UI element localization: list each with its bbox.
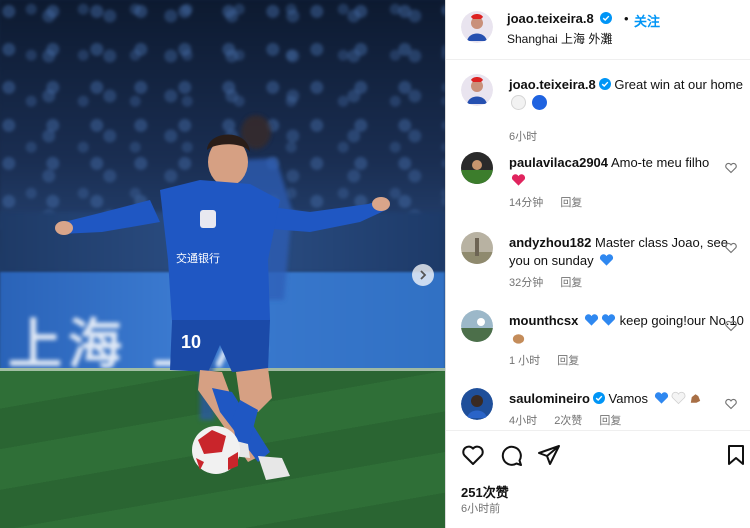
comment-meta: 14分钟 回复	[509, 194, 596, 210]
comment-like-icon[interactable]	[725, 320, 737, 332]
caption-meta: 6小时	[509, 128, 551, 144]
comment-text-block: paulavilaca2904 Amo-te meu filho	[509, 154, 745, 190]
avatar[interactable]	[461, 388, 493, 420]
avatar[interactable]	[461, 11, 493, 43]
comment-likes[interactable]: 2次赞	[554, 415, 582, 427]
bookmark-icon[interactable]	[724, 443, 748, 467]
blue-heart-emoji	[600, 254, 614, 266]
caption-text-block: joao.teixeira.8 Great win at our home	[509, 76, 745, 112]
caption-username[interactable]: joao.teixeira.8	[509, 77, 596, 92]
comment-bubble-icon[interactable]	[499, 443, 523, 467]
comment-text-block: mounthcsx keep going!our No.10	[509, 312, 745, 348]
comment-meta: 4小时 2次赞 回复	[509, 412, 635, 428]
reply-button[interactable]: 回复	[560, 277, 582, 289]
blue-heart-emoji	[601, 314, 616, 326]
username-text: joao.teixeira.8	[507, 11, 594, 26]
blue-heart-emoji	[654, 392, 668, 404]
follow-button[interactable]: 关注	[634, 11, 660, 30]
comment-text-block: saulomineiro Vamos	[509, 390, 745, 408]
avatar[interactable]	[461, 152, 493, 184]
blue-heart-emoji	[584, 314, 599, 326]
heart-icon[interactable]	[461, 443, 485, 467]
comment-like-icon[interactable]	[725, 242, 737, 254]
comment-username[interactable]: saulomineiro	[509, 391, 590, 406]
reply-button[interactable]: 回复	[599, 415, 621, 427]
comment-item: mounthcsx keep going!our No.10 1 小时 回复	[446, 310, 750, 370]
caption: joao.teixeira.8 Great win at our home 6小…	[446, 74, 750, 144]
reply-button[interactable]: 回复	[557, 355, 579, 367]
reply-button[interactable]: 回复	[560, 197, 582, 209]
comment-item: paulavilaca2904 Amo-te meu filho 14分钟 回复	[446, 152, 750, 212]
avatar[interactable]	[461, 310, 493, 342]
comment-username[interactable]: paulavilaca2904	[509, 155, 608, 170]
comment-username[interactable]: mounthcsx	[509, 313, 578, 328]
post-side-panel: joao.teixeira.8 • 关注 Shanghai 上海 外灘 joao…	[445, 0, 750, 528]
comment-text: Amo-te meu filho	[610, 155, 710, 170]
paper-plane-icon[interactable]	[537, 443, 561, 467]
avatar[interactable]	[461, 74, 493, 106]
blue-circle-emoji	[531, 95, 547, 110]
comment-time: 14分钟	[509, 197, 544, 209]
player-illustration: 交通银行 10	[55, 115, 390, 480]
username-link[interactable]: joao.teixeira.8	[507, 11, 613, 26]
white-circle-emoji	[511, 95, 526, 110]
clapping-hands-emoji	[512, 334, 525, 344]
post-time: 6小时前	[461, 503, 501, 515]
post-action-bar	[446, 430, 750, 478]
white-heart-emoji	[671, 391, 686, 405]
comment-item: saulomineiro Vamos 4小时 2次赞 回复	[446, 388, 750, 430]
comment-list[interactable]: joao.teixeira.8 Great win at our home 6小…	[446, 60, 750, 430]
post-header: joao.teixeira.8 • 关注 Shanghai 上海 外灘	[446, 0, 750, 60]
chevron-right-icon	[420, 270, 427, 280]
comment-text-block: andyzhou182 Master class Joao, see you o…	[509, 234, 745, 270]
comment-item: andyzhou182 Master class Joao, see you o…	[446, 232, 750, 292]
post-photo[interactable]: 上海 上港 交通银行 10	[0, 0, 445, 528]
comment-meta: 1 小时 回复	[509, 352, 593, 368]
separator-dot: •	[624, 11, 629, 26]
comment-time: 1 小时	[509, 355, 541, 367]
comment-meta: 32分钟 回复	[509, 274, 596, 290]
comment-like-icon[interactable]	[725, 162, 737, 174]
next-photo-button[interactable]	[412, 264, 434, 286]
comment-time: 4小时	[509, 415, 538, 427]
avatar[interactable]	[461, 232, 493, 264]
caption-time: 6小时	[509, 131, 538, 143]
jersey-number: 10	[181, 332, 201, 352]
comment-time: 32分钟	[509, 277, 544, 289]
flexed-biceps-emoji	[690, 394, 700, 403]
comment-username[interactable]: andyzhou182	[509, 235, 591, 250]
red-heart-emoji	[511, 174, 526, 186]
like-count[interactable]: 251次赞	[461, 482, 509, 501]
comment-like-icon[interactable]	[725, 398, 737, 410]
caption-text: Great win at our home	[614, 77, 743, 92]
verified-badge-icon	[598, 78, 611, 90]
sponsor-text: 交通银行	[176, 251, 220, 265]
location-link[interactable]: Shanghai 上海 外灘	[507, 30, 612, 47]
verified-badge-icon	[600, 12, 613, 24]
verified-badge-icon	[592, 392, 605, 404]
comment-text: Vamos	[608, 391, 649, 406]
